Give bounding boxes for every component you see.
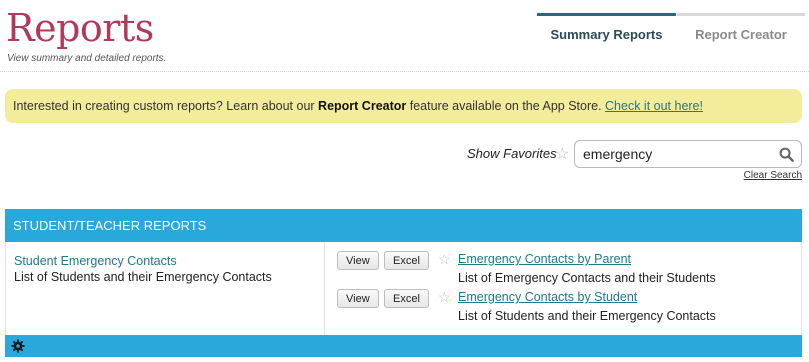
page-header: Reports View summary and detailed report… [0, 0, 809, 72]
tab-report-creator[interactable]: Report Creator [677, 13, 805, 53]
report-table: Student Emergency Contacts List of Stude… [5, 242, 802, 335]
info-banner: Interested in creating custom reports? L… [5, 89, 802, 123]
favorites-star-icon[interactable]: ☆ [555, 144, 569, 164]
report-group-title[interactable]: Student Emergency Contacts [14, 254, 324, 268]
favorite-star-icon[interactable]: ☆ [438, 289, 451, 306]
tab-summary-reports[interactable]: Summary Reports [537, 13, 676, 53]
clear-search-link[interactable]: Clear Search [744, 170, 802, 181]
excel-button[interactable]: Excel [384, 251, 429, 270]
report-row: View Excel ☆ Emergency Contacts by Stude… [333, 289, 793, 329]
report-group-description: List of Students and their Emergency Con… [14, 270, 272, 284]
page-title: Reports [6, 6, 154, 50]
report-description: List of Emergency Contacts and their Stu… [458, 271, 716, 285]
search-box [574, 140, 802, 168]
report-row: View Excel ☆ Emergency Contacts by Paren… [333, 251, 793, 291]
report-description: List of Students and their Emergency Con… [458, 309, 716, 323]
search-icon[interactable] [779, 147, 794, 162]
banner-text-after: feature available on the App Store. [406, 99, 606, 113]
banner-bold-text: Report Creator [318, 99, 407, 113]
report-group: Student Emergency Contacts List of Stude… [6, 242, 325, 335]
banner-link[interactable]: Check it out here! [605, 99, 703, 113]
favorite-star-icon[interactable]: ☆ [438, 251, 451, 268]
report-title-link[interactable]: Emergency Contacts by Parent [458, 252, 631, 266]
search-input[interactable] [583, 144, 763, 164]
show-favorites-label: Show Favorites [467, 146, 557, 161]
section-footer [5, 335, 802, 357]
banner-text-before: Interested in creating custom reports? L… [13, 99, 319, 113]
page-subtitle: View summary and detailed reports. [7, 53, 167, 64]
view-button[interactable]: View [337, 251, 379, 270]
excel-button[interactable]: Excel [384, 289, 429, 308]
section-header: STUDENT/TEACHER REPORTS [5, 209, 802, 242]
view-button[interactable]: View [337, 289, 379, 308]
report-title-link[interactable]: Emergency Contacts by Student [458, 290, 637, 304]
gear-icon[interactable] [11, 339, 25, 353]
